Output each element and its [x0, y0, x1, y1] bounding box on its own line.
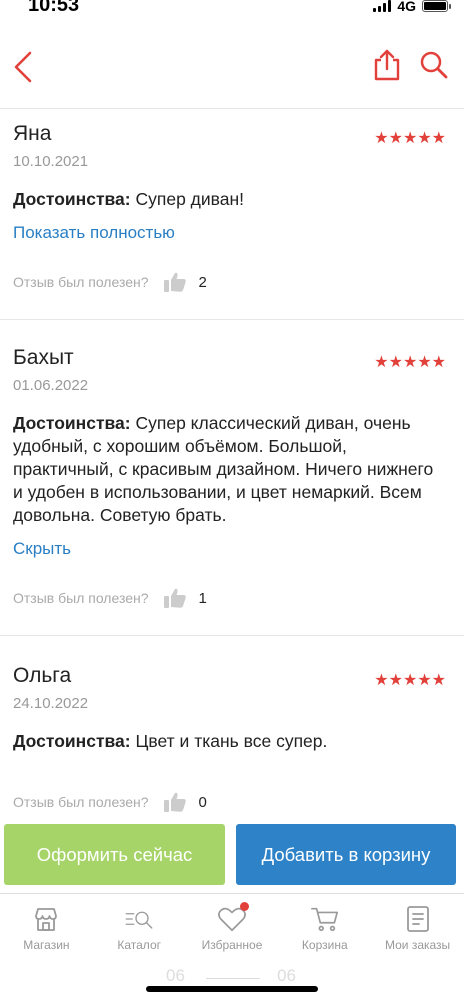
tab-label: Магазин — [23, 938, 70, 952]
status-indicators: 4G — [373, 0, 451, 14]
status-bar: 10:53 4G — [0, 0, 464, 22]
tab-store[interactable]: Магазин — [0, 894, 93, 963]
top-bar — [0, 40, 464, 94]
pros-label: Достоинства: — [13, 189, 131, 209]
faded-text-left: 06 — [166, 966, 185, 985]
hide-link[interactable]: Скрыть — [13, 539, 71, 559]
show-more-link[interactable]: Показать полностью — [13, 223, 175, 243]
header-divider — [0, 108, 464, 109]
helpful-row: Отзыв был полезен? 1 — [13, 586, 207, 610]
pros-label: Достоинства: — [13, 413, 131, 433]
thumbs-up-button[interactable] — [163, 790, 189, 814]
thumbs-up-icon — [163, 272, 186, 292]
orders-icon — [403, 904, 433, 934]
helpful-count: 2 — [198, 273, 207, 291]
share-icon — [374, 49, 400, 81]
review-card: Яна 10.10.2021 ★★★★★ Достоинства: Супер … — [0, 122, 464, 320]
pros-text: Цвет и ткань все супер. — [130, 731, 328, 751]
order-now-button[interactable]: Оформить сейчас — [4, 824, 225, 885]
search-button[interactable] — [418, 48, 450, 82]
thumbs-up-button[interactable] — [163, 586, 189, 610]
back-button[interactable] — [8, 48, 38, 86]
review-text: Достоинства: Супер диван! — [13, 188, 445, 211]
thumbs-up-icon — [163, 588, 186, 608]
catalog-search-icon — [124, 904, 154, 934]
share-button[interactable] — [372, 48, 402, 82]
tab-label: Мои заказы — [384, 938, 451, 952]
star-rating: ★★★★★ — [374, 672, 446, 689]
thumbs-up-icon — [163, 792, 186, 812]
helpful-count: 1 — [198, 589, 207, 607]
helpful-row: Отзыв был полезен? 0 — [13, 790, 207, 814]
review-card: Ольга 24.10.2022 ★★★★★ Достоинства: Цвет… — [0, 664, 464, 820]
tab-favorites[interactable]: Избранное — [186, 894, 279, 963]
thumbs-up-button[interactable] — [163, 270, 189, 294]
tab-catalog[interactable]: Каталог — [93, 894, 186, 963]
home-indicator[interactable] — [146, 986, 318, 992]
reviewer-name: Ольга — [13, 664, 72, 687]
notification-dot — [239, 902, 249, 911]
review-text: Достоинства: Цвет и ткань все супер. — [13, 730, 445, 753]
helpful-row: Отзыв был полезен? 2 — [13, 270, 207, 294]
helpful-label: Отзыв был полезен? — [13, 590, 149, 606]
review-text: Достоинства: Супер классический диван, о… — [13, 412, 445, 527]
pros-text: Супер диван! — [130, 189, 245, 209]
review-date: 24.10.2022 — [13, 695, 89, 712]
faded-text-right: 06 — [277, 966, 296, 985]
pros-label: Достоинства: — [13, 731, 131, 751]
reviewer-name: Яна — [13, 122, 52, 145]
review-date: 01.06.2022 — [13, 377, 89, 394]
review-date: 10.10.2021 — [13, 153, 89, 170]
status-time: 10:53 — [28, 0, 80, 16]
review-card: Бахыт 01.06.2022 ★★★★★ Достоинства: Супе… — [0, 346, 464, 636]
star-rating: ★★★★★ — [374, 354, 446, 371]
store-icon — [31, 904, 61, 934]
search-icon — [420, 51, 448, 79]
add-to-cart-button[interactable]: Добавить в корзину — [236, 824, 456, 885]
reviewer-name: Бахыт — [13, 346, 74, 369]
tab-my-orders[interactable]: Мои заказы — [371, 894, 464, 963]
network-type: 4G — [397, 0, 416, 14]
tab-label: Корзина — [301, 938, 348, 952]
helpful-count: 0 — [198, 793, 207, 811]
bottom-tab-bar: Магазин Каталог Избранное Корзина Мои за… — [0, 893, 464, 963]
star-rating: ★★★★★ — [374, 130, 446, 147]
helpful-label: Отзыв был полезен? — [13, 794, 149, 810]
chevron-left-icon — [14, 51, 32, 83]
action-bar: Оформить сейчас Добавить в корзину — [0, 820, 464, 886]
battery-icon — [422, 0, 451, 12]
tab-label: Избранное — [201, 938, 263, 952]
faded-divider — [206, 978, 260, 979]
signal-icon — [373, 0, 392, 12]
tab-cart[interactable]: Корзина — [278, 894, 371, 963]
helpful-label: Отзыв был полезен? — [13, 274, 149, 290]
tab-label: Каталог — [117, 938, 161, 952]
cart-icon — [310, 904, 340, 934]
